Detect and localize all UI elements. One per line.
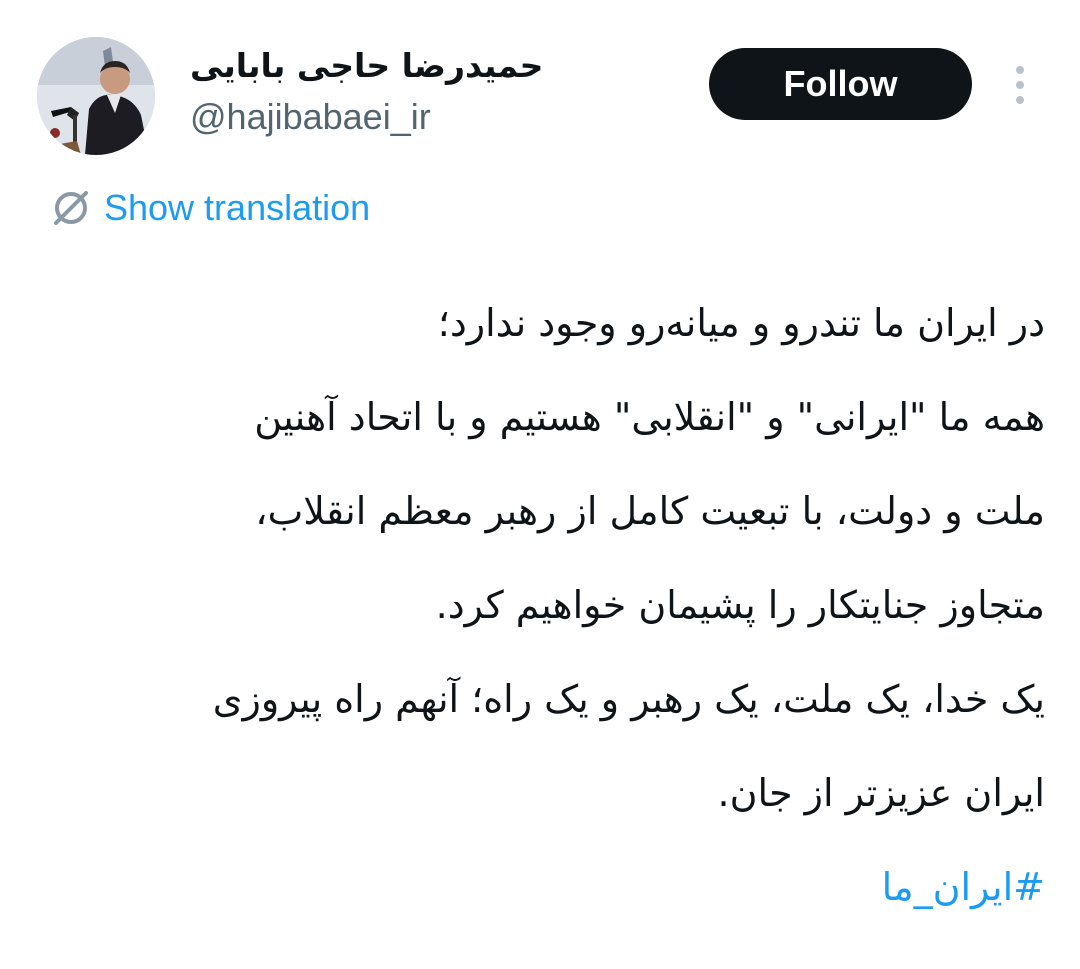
globe-icon: [50, 187, 92, 229]
follow-button[interactable]: Follow: [709, 48, 972, 120]
tweet-line: متجاوز جنایتکار را پشیمان خواهیم کرد.: [435, 583, 1045, 627]
hashtag-link[interactable]: #ایران_ما: [40, 840, 1045, 934]
author-display-name[interactable]: حمیدرضا حاجی بابایی: [190, 40, 590, 92]
tweet-line: در ایران ما تندرو و میانه‌رو وجود ندارد؛: [437, 301, 1045, 345]
tweet-line: ملت و دولت، با تبعیت کامل از رهبر معظم ا…: [255, 489, 1045, 533]
tweet-line: یک خدا، یک ملت، یک رهبر و یک راه؛ آنهم ر…: [212, 677, 1045, 721]
more-options-button[interactable]: [1004, 62, 1036, 108]
avatar-photo: [37, 37, 155, 155]
tweet-line: همه ما "ایرانی" و "انقلابی" هستیم و با ا…: [254, 395, 1045, 439]
avatar[interactable]: [37, 37, 155, 155]
tweet-header: حمیدرضا حاجی بابایی @hajibabaei_ir Follo…: [0, 0, 1080, 170]
more-vertical-icon: [1016, 66, 1024, 104]
author-handle[interactable]: @hajibabaei_ir: [190, 94, 590, 140]
tweet-text: در ایران ما تندرو و میانه‌رو وجود ندارد؛…: [40, 276, 1045, 934]
tweet-line: ایران عزیزتر از جان.: [717, 771, 1046, 815]
translation-row: Show translation: [50, 180, 370, 236]
author-names: حمیدرضا حاجی بابایی @hajibabaei_ir: [190, 40, 590, 140]
show-translation-link[interactable]: Show translation: [104, 180, 370, 236]
